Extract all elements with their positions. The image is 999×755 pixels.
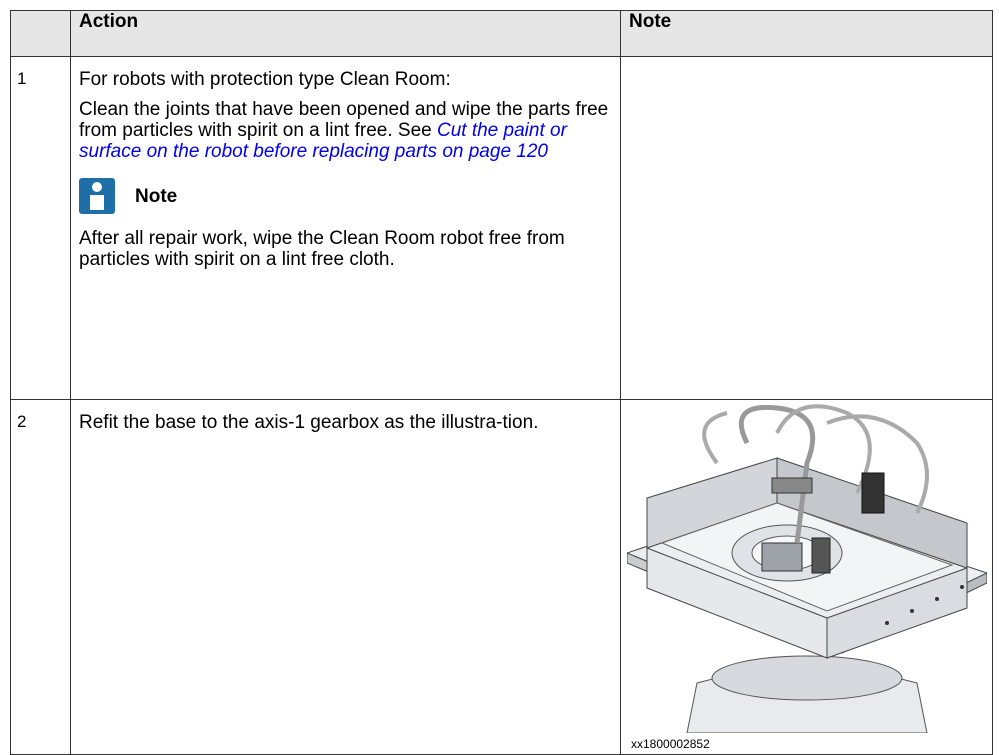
info-icon xyxy=(79,178,115,214)
step-action: For robots with protection type Clean Ro… xyxy=(70,56,621,400)
action-text: Refit the base to the axis-1 gearbox as … xyxy=(79,412,539,433)
step-note: xx1800002852 xyxy=(620,399,993,755)
table-row: 2 Refit the base to the axis-1 gearbox a… xyxy=(10,399,993,755)
header-row: Action Note xyxy=(10,10,993,57)
header-action: Action xyxy=(70,10,621,57)
action-intro: For robots with protection type Clean Ro… xyxy=(79,69,451,90)
note-text: After all repair work, wipe the Clean Ro… xyxy=(79,228,565,270)
procedure-table: Action Note 1 For robots with protection… xyxy=(10,10,993,755)
action-text: Clean the joints that have been opened a… xyxy=(79,99,612,162)
table-row: 1 For robots with protection type Clean … xyxy=(10,56,993,400)
note-label: Note xyxy=(135,185,178,207)
step-number: 2 xyxy=(10,399,71,755)
header-step-number xyxy=(10,10,71,57)
step-action: Refit the base to the axis-1 gearbox as … xyxy=(70,399,621,755)
robot-base-illustration xyxy=(627,404,987,733)
image-caption: xx1800002852 xyxy=(631,737,710,751)
header-note: Note xyxy=(620,10,993,57)
note-callout: Note xyxy=(79,178,612,214)
step-note xyxy=(620,56,993,400)
step-number: 1 xyxy=(10,56,71,400)
